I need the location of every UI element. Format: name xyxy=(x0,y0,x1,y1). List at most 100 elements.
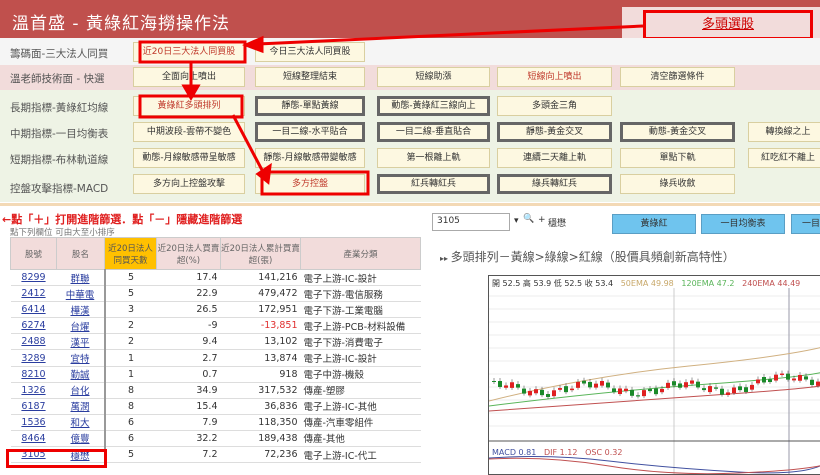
stock-name[interactable]: 萬潤 xyxy=(70,402,89,413)
stock-code-link[interactable]: 8464 xyxy=(10,430,57,448)
stock-name[interactable]: 和大 xyxy=(70,418,89,429)
stock-code-link[interactable]: 8210 xyxy=(10,366,57,383)
stock-code[interactable]: 8210 xyxy=(21,369,45,380)
filter-button[interactable]: 動態-黃綠紅三線向上 xyxy=(377,96,490,116)
col-days[interactable]: 近20日法人同買天數 xyxy=(104,237,157,270)
table-row[interactable]: 1326 台化 8 34.9 317,532 傳產-塑膠 xyxy=(10,382,421,399)
filter-button[interactable]: 靜態-單點黃線 xyxy=(255,96,365,116)
stock-code[interactable]: 2488 xyxy=(21,336,45,347)
filter-button[interactable]: 一目二線-垂直貼合 xyxy=(377,122,490,142)
dropdown-icon[interactable]: ▾ xyxy=(514,216,519,226)
stock-name-link[interactable]: 台化 xyxy=(56,382,106,399)
stock-code-link[interactable]: 3289 xyxy=(10,349,57,367)
stock-name-link[interactable]: 群聯 xyxy=(56,269,106,287)
candle xyxy=(588,381,592,388)
stock-code[interactable]: 6414 xyxy=(21,304,45,315)
filter-button[interactable]: 近20日三大法人同買股 xyxy=(133,42,245,62)
tab-ichimoku[interactable]: 一目均衡表 xyxy=(701,214,785,234)
table-row[interactable]: 8299 群聯 5 17.4 141,216 電子上游-IC-設計 xyxy=(10,269,421,287)
table-row[interactable]: 8210 勤誠 1 0.7 918 電子中游-機殼 xyxy=(10,366,421,383)
stock-code-link[interactable]: 1326 xyxy=(10,382,57,399)
stock-name-link[interactable]: 中華電 xyxy=(56,285,106,303)
filter-button[interactable]: 靜態-黃金交叉 xyxy=(497,122,612,142)
filter-button[interactable]: 動態-月線敏感帶呈敏感 xyxy=(133,148,245,168)
table-row[interactable]: 2488 漢平 2 9.4 13,102 電子下游-消費電子 xyxy=(10,333,421,351)
filter-button[interactable]: 綠兵收斂 xyxy=(620,174,735,194)
stock-name[interactable]: 漢平 xyxy=(70,338,89,349)
filter-button[interactable]: 第一根離上軌 xyxy=(377,148,490,168)
stock-code[interactable]: 1536 xyxy=(21,417,45,428)
stock-name-link[interactable]: 億豐 xyxy=(56,430,106,448)
filter-button[interactable]: 短線整理結束 xyxy=(255,67,365,87)
stock-name[interactable]: 宜特 xyxy=(70,354,89,365)
filter-button[interactable]: 單點下軌 xyxy=(620,148,735,168)
stock-code[interactable]: 8299 xyxy=(21,272,45,283)
table-row[interactable]: 1536 和大 6 7.9 118,350 傳產-汽車零組件 xyxy=(10,414,421,431)
stock-code-link[interactable]: 2412 xyxy=(10,285,57,303)
filter-button[interactable]: 一目二線-水平貼合 xyxy=(255,122,365,142)
col-code[interactable]: 股號 xyxy=(10,237,57,270)
stock-name-link[interactable]: 和大 xyxy=(56,414,106,431)
col-name[interactable]: 股名 xyxy=(56,237,105,270)
filter-button[interactable]: 清空篩選條件 xyxy=(620,67,735,87)
stock-code-link[interactable]: 2488 xyxy=(10,333,57,351)
stock-code[interactable]: 2412 xyxy=(21,288,45,299)
filter-button[interactable]: 靜態-月線敏感帶變敏感 xyxy=(255,148,365,168)
plus-icon[interactable]: + xyxy=(538,215,546,225)
filter-button[interactable]: 連續二天離上軌 xyxy=(497,148,612,168)
stock-name[interactable]: 中華電 xyxy=(66,290,95,301)
stock-code-link[interactable]: 6414 xyxy=(10,301,57,319)
col-pct[interactable]: 近20日法人買賣超(%) xyxy=(156,237,221,270)
stock-input[interactable]: 3105 xyxy=(432,213,510,231)
stock-name[interactable]: 勤誠 xyxy=(70,370,89,381)
stock-name[interactable]: 群聯 xyxy=(70,274,89,285)
filter-button[interactable]: 轉換線之上 xyxy=(748,122,820,142)
stock-name[interactable]: 台化 xyxy=(70,386,89,397)
filter-button[interactable]: 綠兵轉紅兵 xyxy=(497,174,612,194)
stock-name-link[interactable]: 勤誠 xyxy=(56,366,106,383)
stock-name-link[interactable]: 宜特 xyxy=(56,349,106,367)
col-industry[interactable]: 產業分類 xyxy=(300,237,421,270)
filter-button[interactable]: 短線向上噴出 xyxy=(497,67,612,87)
filter-button[interactable]: 黃綠紅多頭排列 xyxy=(133,96,245,116)
stock-code-link[interactable]: 8299 xyxy=(10,269,57,287)
col-total[interactable]: 近20日法人累計買賣超(張) xyxy=(220,237,301,270)
stock-code-link[interactable]: 6187 xyxy=(10,398,57,415)
stock-name[interactable]: 樺漢 xyxy=(70,306,89,317)
tab-ichimoku-2[interactable]: 一目 xyxy=(791,214,820,234)
stock-code[interactable]: 6274 xyxy=(21,320,45,331)
stock-code[interactable]: 3289 xyxy=(21,353,45,364)
filter-button[interactable]: 紅吃紅不離上 xyxy=(748,148,820,168)
stock-code[interactable]: 6187 xyxy=(21,401,45,412)
stock-name-link[interactable]: 樺漢 xyxy=(56,301,106,319)
tab-yellow-green-red[interactable]: 黃綠紅 xyxy=(612,214,696,234)
filter-button[interactable]: 短線助漲 xyxy=(377,67,490,87)
row-label: 中期指標-一目均衡表 xyxy=(10,128,109,140)
stock-name-link[interactable]: 漢平 xyxy=(56,333,106,351)
table-row[interactable]: 6274 台燿 2 -9 -13,851 電子上游-PCB-材料設備 xyxy=(10,317,421,335)
filter-button[interactable]: 多方向上控盤攻擊 xyxy=(133,174,245,194)
table-row[interactable]: 6414 樺漢 3 26.5 172,951 電子下游-工業電腦 xyxy=(10,301,421,319)
stock-code[interactable]: 8464 xyxy=(21,433,45,444)
filter-button[interactable]: 紅兵轉紅兵 xyxy=(377,174,490,194)
table-row[interactable]: 8464 億豐 6 32.2 189,438 傳產-其他 xyxy=(10,430,421,448)
stock-name-link[interactable]: 萬潤 xyxy=(56,398,106,415)
table-row[interactable]: 2412 中華電 5 22.9 479,472 電子下游-電信服務 xyxy=(10,285,421,303)
filter-button[interactable]: 動態-黃金交叉 xyxy=(620,122,735,142)
filter-button[interactable]: 中期波段-雲帶不變色 xyxy=(133,122,245,142)
stock-code[interactable]: 1326 xyxy=(21,385,45,396)
table-row[interactable]: 6187 萬潤 8 15.4 36,836 電子上游-IC-其他 xyxy=(10,398,421,415)
table-row[interactable]: 3289 宜特 1 2.7 13,874 電子上游-IC-設計 xyxy=(10,349,421,367)
filter-button[interactable]: 多頭金三角 xyxy=(497,96,612,116)
search-icon[interactable]: 🔍 xyxy=(523,214,534,224)
filter-button[interactable]: 多方控盤 xyxy=(255,174,365,194)
stock-name[interactable]: 億豐 xyxy=(70,434,89,445)
filter-button[interactable]: 全面向上噴出 xyxy=(133,67,245,87)
days: 5 xyxy=(104,285,157,303)
stock-code-link[interactable]: 6274 xyxy=(10,317,57,335)
filter-button[interactable]: 今日三大法人同買股 xyxy=(255,42,365,62)
stock-name[interactable]: 台燿 xyxy=(70,322,89,333)
bull-stock-picker-button[interactable]: 多頭選股 xyxy=(643,10,813,40)
stock-code-link[interactable]: 1536 xyxy=(10,414,57,431)
stock-name-link[interactable]: 台燿 xyxy=(56,317,106,335)
